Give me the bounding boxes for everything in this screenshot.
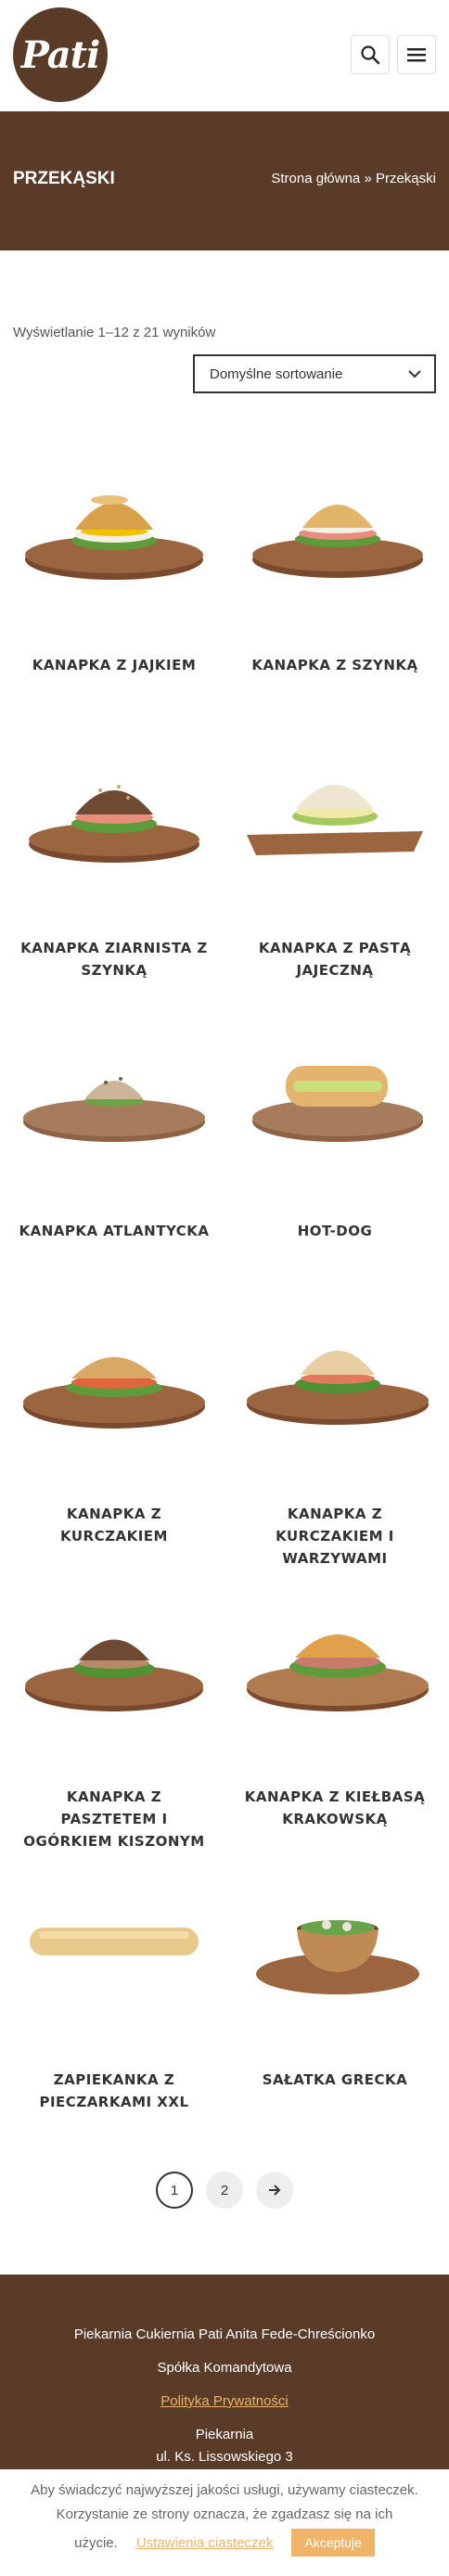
cookie-text-line3: użycie. — [74, 2534, 118, 2551]
site-logo[interactable]: Pati — [13, 7, 108, 102]
cookie-text-line2: Korzystanie ze strony oznacza, że zgadza… — [56, 2506, 393, 2522]
result-count: Wyświetlanie 1–12 z 21 wyników — [13, 325, 216, 340]
page-2-button[interactable]: 2 — [206, 2172, 243, 2209]
product-name[interactable]: HOT-DOG — [228, 1220, 442, 1242]
product-image[interactable] — [228, 1563, 442, 1749]
next-page-button[interactable] — [256, 2172, 293, 2209]
product-image[interactable] — [7, 714, 221, 900]
page-title: PRZEKĄSKI — [13, 169, 115, 188]
product-image[interactable] — [7, 1563, 221, 1749]
product-card[interactable]: KANAPKA Z PASZTETEM I OGÓRKIEM KISZONYM — [7, 1563, 221, 1852]
company-type: Spółka Komandytowa — [157, 2360, 292, 2376]
product-card[interactable]: KANAPKA Z SZYNKĄ — [228, 431, 442, 676]
cookie-accept-button[interactable]: Akceptuje — [291, 2529, 375, 2557]
hamburger-menu-icon — [407, 48, 426, 62]
product-image[interactable] — [228, 431, 442, 617]
chevron-down-icon — [408, 370, 421, 378]
search-button[interactable] — [351, 35, 390, 74]
product-name[interactable]: SAŁATKA GRECKA — [228, 2069, 442, 2091]
breadcrumb-separator: » — [364, 171, 372, 186]
product-name[interactable]: KANAPKA Z KURCZAKIEM — [7, 1503, 221, 1547]
product-image[interactable] — [228, 1280, 442, 1466]
page-1-button[interactable]: 1 — [156, 2172, 193, 2209]
sort-select[interactable]: Domyślne sortowanie — [193, 354, 436, 393]
company-name: Piekarnia Cukiernia Pati Anita Fede-Chre… — [73, 2326, 376, 2342]
cookie-settings-link[interactable]: Ustawienia ciasteczek — [136, 2535, 274, 2551]
product-name[interactable]: KANAPKA Z JAJKIEM — [7, 654, 221, 676]
privacy-policy-link[interactable]: Polityka Prywatności — [0, 2393, 449, 2409]
search-icon — [361, 45, 380, 65]
product-name[interactable]: KANAPKA ZIARNISTA Z SZYNKĄ — [7, 937, 221, 981]
cookie-actions: użycie. Ustawienia ciasteczek Akceptuje — [0, 2529, 449, 2557]
product-image[interactable] — [228, 1846, 442, 2031]
product-card[interactable]: KANAPKA Z KURCZAKIEM — [7, 1280, 221, 1547]
product-image[interactable] — [228, 997, 442, 1183]
product-name[interactable]: KANAPKA ATLANTYCKA — [7, 1220, 221, 1242]
product-name[interactable]: KANAPKA Z PASTĄ JAJECZNĄ — [228, 937, 442, 981]
breadcrumb-current: Przekąski — [375, 171, 436, 186]
breadcrumb: Strona główna » Przekąski — [271, 171, 436, 186]
product-image[interactable] — [228, 714, 442, 900]
product-name[interactable]: KANAPKA Z PASZTETEM I OGÓRKIEM KISZONYM — [7, 1786, 221, 1852]
product-name[interactable]: KANAPKA Z SZYNKĄ — [228, 654, 442, 676]
cookie-banner: Aby świadczyć najwyższej jakości usługi,… — [0, 2469, 449, 2576]
breadcrumb-home-link[interactable]: Strona główna — [271, 171, 360, 186]
footer-section-label: Piekarnia — [195, 2427, 254, 2442]
product-image[interactable] — [7, 1280, 221, 1466]
product-card[interactable]: HOT-DOG — [228, 997, 442, 1242]
product-image[interactable] — [7, 1846, 221, 2031]
product-name[interactable]: KANAPKA Z KURCZAKIEM I WARZYWAMI — [228, 1503, 442, 1570]
arrow-right-icon — [269, 2185, 281, 2196]
logo-text: Pati — [20, 32, 101, 77]
page-banner: PRZEKĄSKI Strona główna » Przekąski — [0, 111, 449, 250]
product-card[interactable]: SAŁATKA GRECKA — [228, 1846, 442, 2091]
pagination: 1 2 — [0, 2172, 449, 2209]
menu-button[interactable] — [397, 35, 436, 74]
product-image[interactable] — [7, 431, 221, 617]
product-card[interactable]: KANAPKA ATLANTYCKA — [7, 997, 221, 1242]
sort-selected-value: Domyślne sortowanie — [210, 365, 343, 382]
cookie-text-line1: Aby świadczyć najwyższej jakości usługi,… — [31, 2482, 418, 2498]
product-image[interactable] — [7, 997, 221, 1183]
product-name[interactable]: ZAPIEKANKA Z PIECZARKAMI XXL — [7, 2069, 221, 2113]
product-card[interactable]: KANAPKA ZIARNISTA Z SZYNKĄ — [7, 714, 221, 981]
product-card[interactable]: ZAPIEKANKA Z PIECZARKAMI XXL — [7, 1846, 221, 2113]
product-card[interactable]: KANAPKA Z PASTĄ JAJECZNĄ — [228, 714, 442, 981]
product-card[interactable]: KANAPKA Z JAJKIEM — [7, 431, 221, 676]
footer-address: ul. Ks. Lissowskiego 3 — [156, 2449, 293, 2465]
site-header: Pati — [0, 0, 449, 111]
product-card[interactable]: KANAPKA Z KIEŁBASĄ KRAKOWSKĄ — [228, 1563, 442, 1830]
product-card[interactable]: KANAPKA Z KURCZAKIEM I WARZYWAMI — [228, 1280, 442, 1570]
product-name[interactable]: KANAPKA Z KIEŁBASĄ KRAKOWSKĄ — [228, 1786, 442, 1830]
